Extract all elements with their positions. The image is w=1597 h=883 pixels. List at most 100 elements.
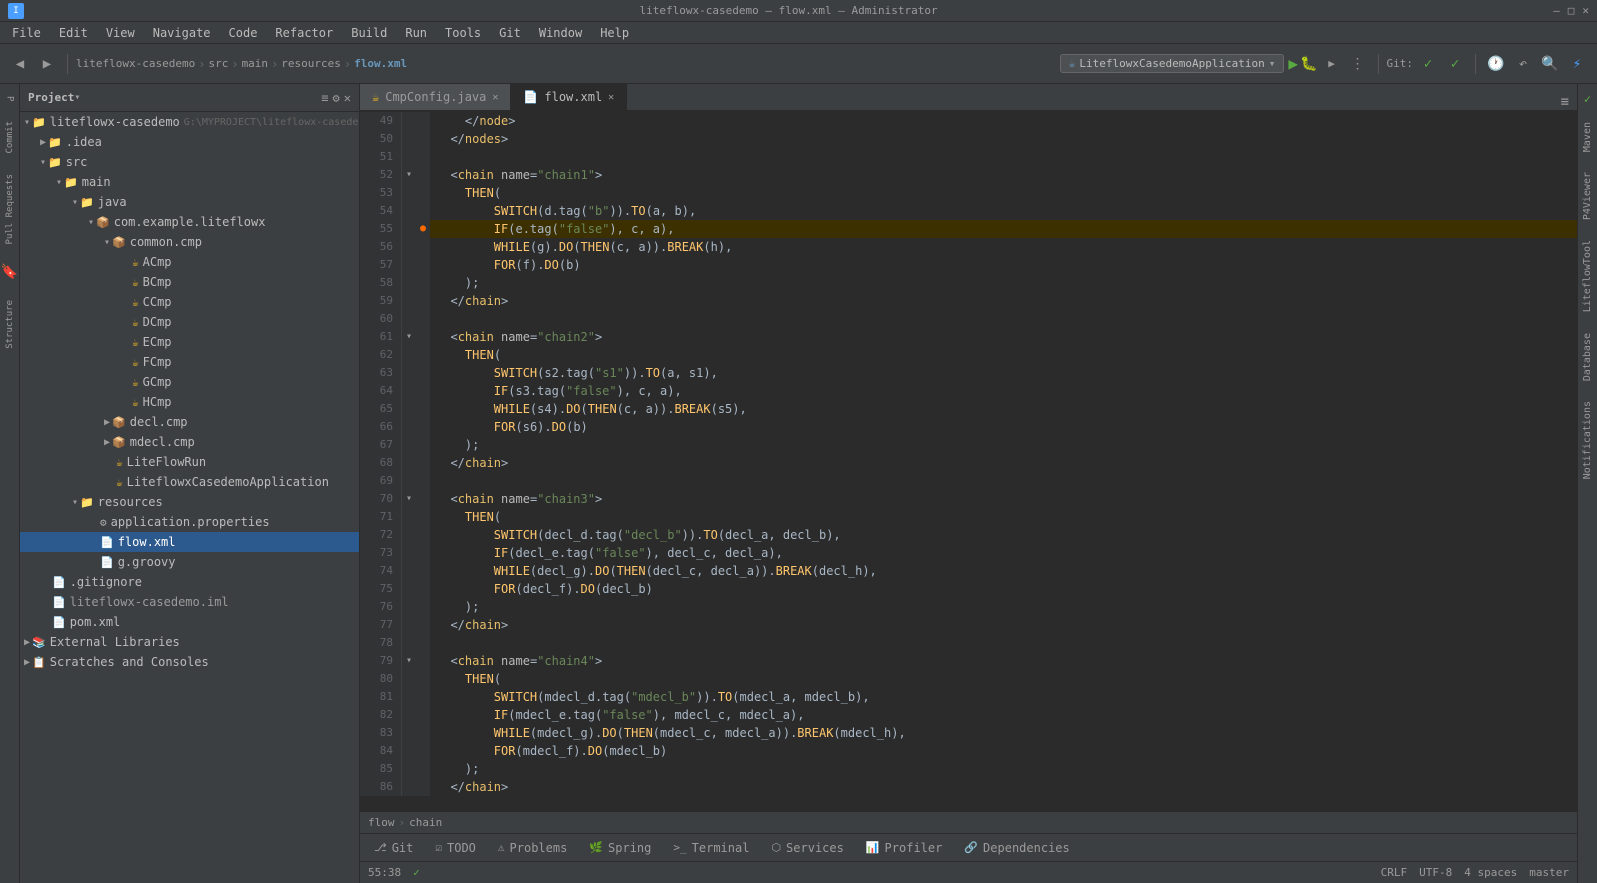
tree-item-ccmp[interactable]: ☕ CCmp [20, 292, 359, 312]
debug-button[interactable]: 🐛 [1300, 56, 1317, 72]
minimize-button[interactable]: – [1553, 4, 1560, 17]
fold-83[interactable] [402, 724, 416, 742]
p4viewer-panel-button[interactable]: P4Viewer [1580, 164, 1595, 228]
tree-item-dcmp[interactable]: ☕ DCmp [20, 312, 359, 332]
fold-68[interactable] [402, 454, 416, 472]
run-button[interactable]: ▶ [1288, 54, 1298, 73]
fold-56[interactable] [402, 238, 416, 256]
fold-67[interactable] [402, 436, 416, 454]
menu-code[interactable]: Code [221, 24, 266, 42]
panel-collapse-all[interactable]: ≡ [321, 91, 328, 105]
fold-61[interactable]: ▾ [402, 328, 416, 346]
fold-74[interactable] [402, 562, 416, 580]
fold-55[interactable] [402, 220, 416, 238]
tab-spring[interactable]: 🌿 Spring [579, 835, 661, 861]
menu-git[interactable]: Git [491, 24, 529, 42]
tab-flowxml[interactable]: 📄 flow.xml ✕ [511, 84, 627, 110]
fold-53[interactable] [402, 184, 416, 202]
close-button[interactable]: ✕ [1582, 4, 1589, 17]
fold-51[interactable] [402, 148, 416, 166]
coverage-button[interactable]: ▶ [1320, 52, 1344, 76]
git-checkmark-button[interactable]: ✓ [1416, 52, 1440, 76]
fold-52[interactable]: ▾ [402, 166, 416, 184]
tabs-overflow-button[interactable]: ≡ [1561, 94, 1569, 110]
tree-item-appprops[interactable]: ⚙ application.properties [20, 512, 359, 532]
fold-86[interactable] [402, 778, 416, 796]
fold-57[interactable] [402, 256, 416, 274]
tree-item-app[interactable]: ☕ LiteflowxCasedemoApplication [20, 472, 359, 492]
fold-78[interactable] [402, 634, 416, 652]
tree-item-src[interactable]: ▾ 📁 src [20, 152, 359, 172]
tree-item-hcmp[interactable]: ☕ HCmp [20, 392, 359, 412]
structure-button[interactable]: Structure [3, 292, 17, 357]
git-push-button[interactable]: ✓ [1443, 52, 1467, 76]
fold-69[interactable] [402, 472, 416, 490]
panel-close[interactable]: ✕ [344, 91, 351, 105]
fold-65[interactable] [402, 400, 416, 418]
tree-item-resources[interactable]: ▾ 📁 resources [20, 492, 359, 512]
back-button[interactable]: ◀ [8, 52, 32, 76]
code-editor[interactable]: 49 </node> 50 </nodes> 51 [360, 112, 1577, 811]
maven-panel-button[interactable]: Maven [1580, 114, 1595, 160]
tab-cmpconfig[interactable]: ☕ CmpConfig.java ✕ [360, 84, 511, 110]
status-charset[interactable]: UTF-8 [1419, 866, 1452, 879]
tab-git[interactable]: ⎇ Git [364, 835, 423, 861]
tree-item-main[interactable]: ▾ 📁 main [20, 172, 359, 192]
tree-item-acmp[interactable]: ☕ ACmp [20, 252, 359, 272]
status-line-col[interactable]: 55:38 [368, 866, 401, 879]
fold-54[interactable] [402, 202, 416, 220]
tab-problems[interactable]: ⚠ Problems [488, 835, 577, 861]
tab-dependencies[interactable]: 🔗 Dependencies [954, 835, 1079, 861]
tab-todo[interactable]: ☑ TODO [425, 835, 486, 861]
tree-item-fcmp[interactable]: ☕ FCmp [20, 352, 359, 372]
tree-item-flowxml[interactable]: 📄 flow.xml [20, 532, 359, 552]
search-button[interactable]: 🔍 [1538, 52, 1562, 76]
menu-edit[interactable]: Edit [51, 24, 96, 42]
fold-72[interactable] [402, 526, 416, 544]
panel-dropdown-arrow[interactable]: ▾ [74, 92, 80, 103]
fold-50[interactable] [402, 130, 416, 148]
tree-item-root[interactable]: ▾ 📁 liteflowx-casedemo G:\MYPROJECT\lite… [20, 112, 359, 132]
fold-71[interactable] [402, 508, 416, 526]
fold-82[interactable] [402, 706, 416, 724]
menu-tools[interactable]: Tools [437, 24, 489, 42]
menu-navigate[interactable]: Navigate [145, 24, 219, 42]
menu-window[interactable]: Window [531, 24, 590, 42]
fold-63[interactable] [402, 364, 416, 382]
status-indent[interactable]: 4 spaces [1464, 866, 1517, 879]
fold-59[interactable] [402, 292, 416, 310]
history-button[interactable]: 🕐 [1484, 52, 1508, 76]
tree-item-gcmp[interactable]: ☕ GCmp [20, 372, 359, 392]
tab-profiler[interactable]: 📊 Profiler [856, 835, 953, 861]
tree-item-scratches[interactable]: ▶ 📋 Scratches and Consoles [20, 652, 359, 672]
database-panel-button[interactable]: Database [1580, 325, 1595, 389]
tree-item-ecmp[interactable]: ☕ ECmp [20, 332, 359, 352]
tree-item-external-libs[interactable]: ▶ 📚 External Libraries [20, 632, 359, 652]
project-tool-button[interactable]: P [3, 88, 17, 109]
cmpconfig-close-button[interactable]: ✕ [492, 92, 498, 103]
maximize-button[interactable]: □ [1568, 4, 1575, 17]
forward-button[interactable]: ▶ [35, 52, 59, 76]
undo-button[interactable]: ↶ [1511, 52, 1535, 76]
fold-81[interactable] [402, 688, 416, 706]
fold-49[interactable] [402, 112, 416, 130]
fold-73[interactable] [402, 544, 416, 562]
status-encoding[interactable]: CRLF [1381, 866, 1408, 879]
fold-58[interactable] [402, 274, 416, 292]
tree-item-decl-cmp[interactable]: ▶ 📦 decl.cmp [20, 412, 359, 432]
tree-item-java[interactable]: ▾ 📁 java [20, 192, 359, 212]
fold-79[interactable]: ▾ [402, 652, 416, 670]
flowxml-close-button[interactable]: ✕ [608, 92, 614, 103]
menu-run[interactable]: Run [397, 24, 435, 42]
fold-80[interactable] [402, 670, 416, 688]
fold-75[interactable] [402, 580, 416, 598]
menu-build[interactable]: Build [343, 24, 395, 42]
menu-help[interactable]: Help [592, 24, 637, 42]
run-configuration-dropdown[interactable]: ☕ LiteflowxCasedemoApplication ▾ [1060, 54, 1285, 73]
fold-60[interactable] [402, 310, 416, 328]
fold-76[interactable] [402, 598, 416, 616]
tree-item-common-cmp[interactable]: ▾ 📦 common.cmp [20, 232, 359, 252]
menu-view[interactable]: View [98, 24, 143, 42]
tree-item-iml[interactable]: 📄 liteflowx-casedemo.iml [20, 592, 359, 612]
fold-66[interactable] [402, 418, 416, 436]
